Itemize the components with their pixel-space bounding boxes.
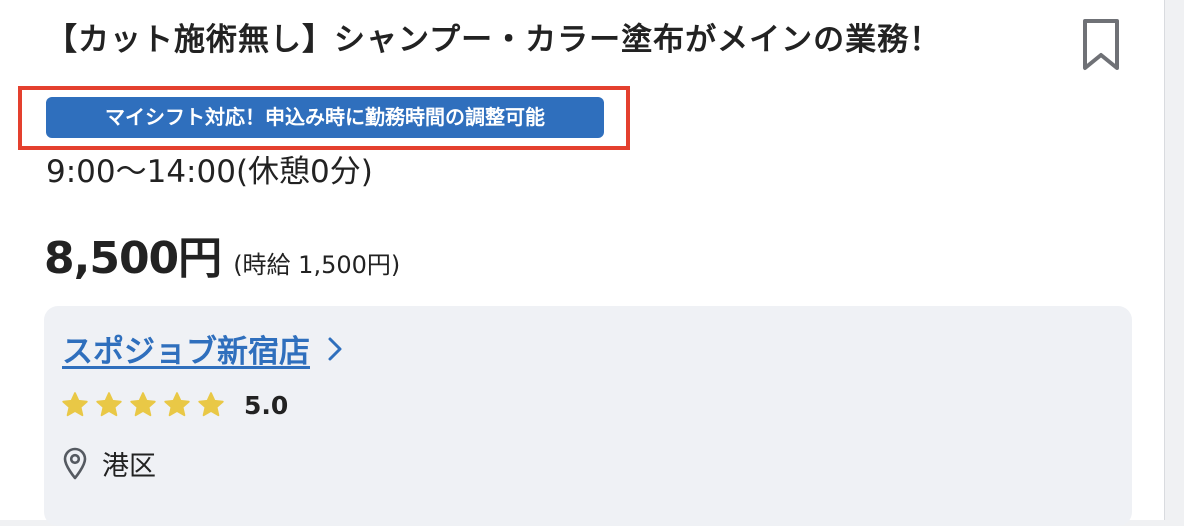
daily-wage: 8,500円 <box>44 233 222 284</box>
star-icon <box>164 392 190 417</box>
hourly-wage: (時給 1,500円) <box>233 251 401 279</box>
star-icon <box>198 392 224 417</box>
job-title: 【カット施術無し】シャンプー・カラー塗布がメインの業務！ <box>46 22 942 58</box>
wage: 8,500円 (時給 1,500円) <box>44 222 400 286</box>
star-icon <box>62 392 88 417</box>
job-card[interactable]: 【カット施術無し】シャンプー・カラー塗布がメインの業務！ マイシフト対応！申込み… <box>0 0 1165 526</box>
shift-badge: マイシフト対応！申込み時に勤務時間の調整可能 <box>46 97 604 138</box>
star-icon <box>130 392 156 417</box>
bookmark-icon[interactable] <box>1080 18 1122 72</box>
rating-value: 5.0 <box>244 390 289 420</box>
store-name[interactable]: スポジョブ新宿店 <box>62 326 310 371</box>
store-link[interactable]: スポジョブ新宿店 <box>62 326 344 371</box>
store-location: 港区 <box>62 444 156 483</box>
chevron-right-icon <box>328 337 342 360</box>
location-pin-icon <box>63 447 87 479</box>
star-icon <box>96 392 122 417</box>
location-text: 港区 <box>102 451 156 482</box>
store-rating: 5.0 <box>60 390 288 420</box>
work-hours: 9:00〜14:00(休憩0分) <box>46 154 373 190</box>
